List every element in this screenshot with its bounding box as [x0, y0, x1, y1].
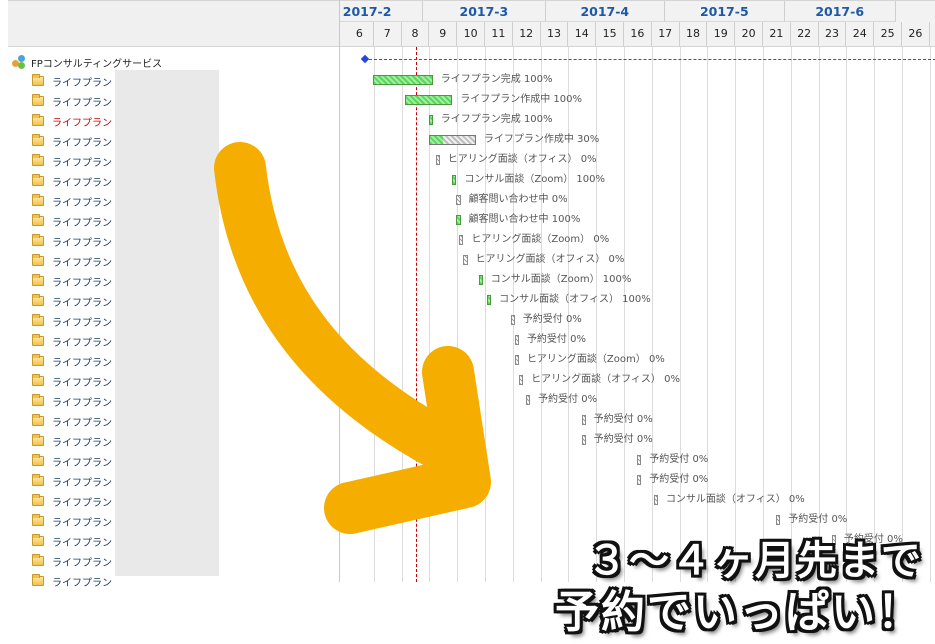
overlay-caption-line2: 予約でいっぱい！: [555, 587, 923, 638]
gantt-app: FPコンサルティングサービス ライフプラン ライフプラン ライフプラン ライフプランラ…: [0, 0, 935, 644]
